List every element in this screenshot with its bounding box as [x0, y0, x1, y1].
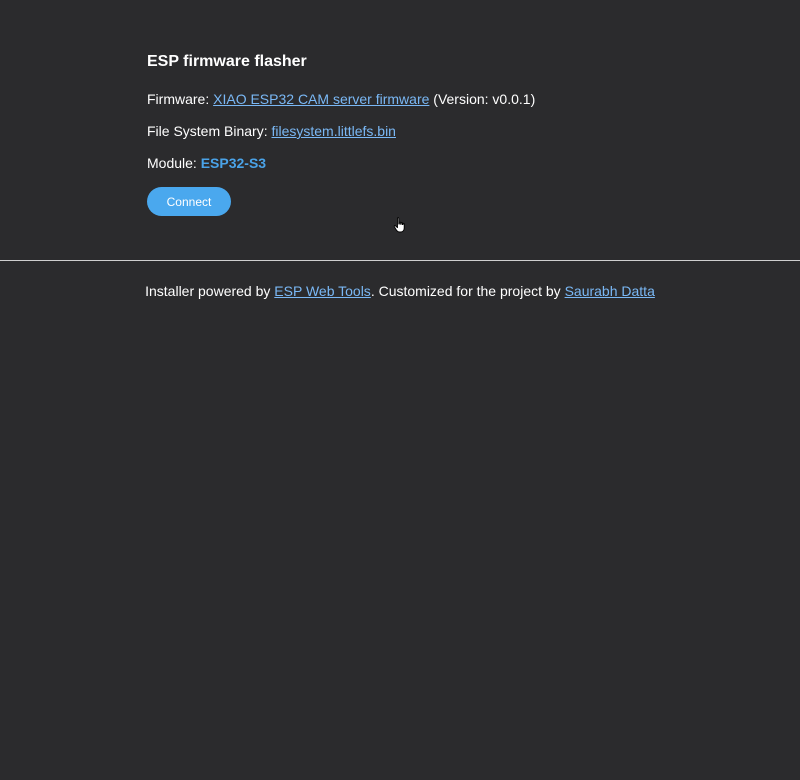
module-label: Module: — [147, 155, 197, 171]
module-value: ESP32-S3 — [200, 155, 267, 171]
author-link[interactable]: Saurabh Datta — [565, 283, 655, 299]
footer: Installer powered by ESP Web Tools. Cust… — [0, 282, 800, 300]
footer-middle: . Customized for the project by — [370, 283, 561, 299]
filesystem-link[interactable]: filesystem.littlefs.bin — [271, 123, 395, 139]
flasher-panel: ESP firmware flasher Firmware: XIAO ESP3… — [147, 52, 535, 216]
firmware-label: Firmware: — [147, 91, 210, 107]
firmware-row: Firmware: XIAO ESP32 CAM server firmware… — [147, 90, 535, 108]
page-title: ESP firmware flasher — [147, 53, 307, 70]
divider — [0, 260, 800, 261]
footer-prefix: Installer powered by — [145, 283, 271, 299]
filesystem-row: File System Binary: filesystem.littlefs.… — [147, 122, 396, 140]
esp-web-tools-link[interactable]: ESP Web Tools — [274, 283, 371, 299]
hand-pointer-icon — [393, 217, 407, 233]
firmware-link[interactable]: XIAO ESP32 CAM server firmware — [213, 91, 429, 107]
module-row: Module: ESP32-S3 — [147, 154, 266, 172]
firmware-version: (Version: v0.0.1) — [433, 91, 536, 107]
filesystem-label: File System Binary: — [147, 123, 268, 139]
connect-button[interactable]: Connect — [147, 187, 231, 216]
